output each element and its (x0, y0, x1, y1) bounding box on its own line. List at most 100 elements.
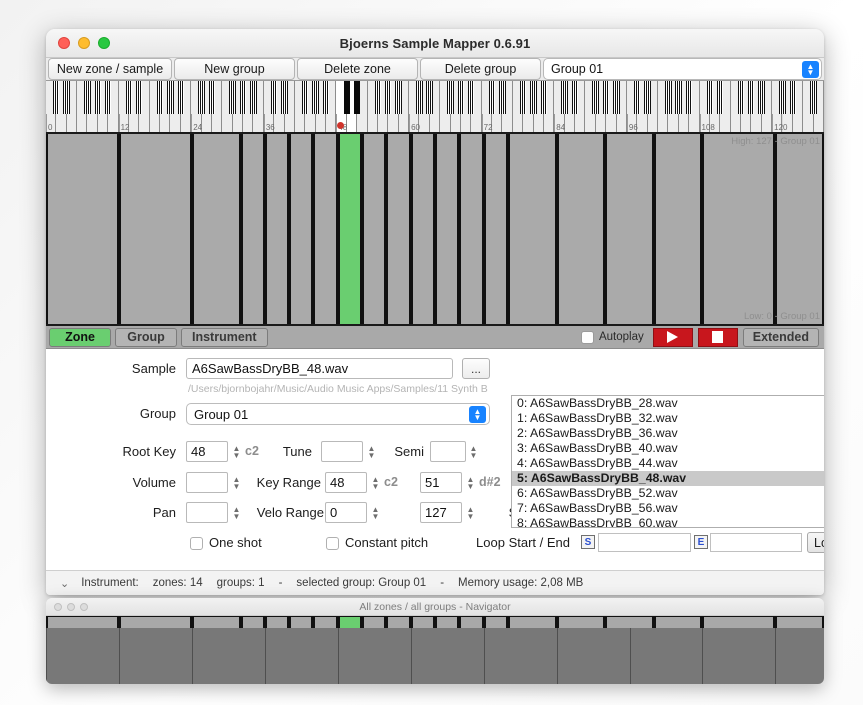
sample-list-item[interactable]: 7: A6SawBassDryBB_56.wav (512, 501, 824, 516)
sample-list-item[interactable]: 0: A6SawBassDryBB_28.wav (512, 396, 824, 411)
tab-group[interactable]: Group (115, 327, 177, 347)
chevron-updown-icon[interactable]: ▲ ▼ (469, 406, 486, 423)
one-shot-checkbox[interactable] (190, 537, 203, 550)
load-button[interactable]: Load (807, 532, 824, 553)
piano-black-key[interactable] (208, 81, 216, 114)
navigator-zone[interactable] (702, 617, 776, 628)
zone-rect[interactable] (410, 134, 435, 324)
piano-black-key[interactable] (602, 81, 610, 114)
chevron-updown-icon[interactable]: ▲ ▼ (802, 61, 819, 78)
zone-rect[interactable] (507, 134, 557, 324)
piano-black-key[interactable] (810, 81, 817, 114)
navigator-zone[interactable] (46, 617, 119, 628)
piano-black-key[interactable] (104, 81, 112, 114)
piano-black-key[interactable] (447, 81, 454, 114)
piano-black-key[interactable] (198, 81, 205, 114)
root-key-stepper[interactable]: ▲ ▼ (230, 441, 243, 462)
piano-black-key[interactable] (665, 81, 672, 114)
zone-rect[interactable] (386, 134, 411, 324)
piano-black-key[interactable] (488, 81, 496, 114)
piano-black-key[interactable] (561, 81, 568, 114)
piano-black-key[interactable] (644, 81, 651, 114)
piano-black-key[interactable] (467, 81, 475, 114)
navigator-zone[interactable] (118, 617, 192, 628)
navigator-zone[interactable] (775, 617, 824, 628)
autoplay-checkbox[interactable] (580, 330, 594, 344)
zone-rect[interactable] (483, 134, 508, 324)
piano-black-key[interactable] (748, 81, 755, 114)
navigator-zone[interactable] (435, 617, 460, 628)
zone-rect[interactable] (191, 134, 241, 324)
tab-zone[interactable]: Zone (49, 327, 111, 347)
zone-rect[interactable] (46, 134, 119, 324)
piano-black-key[interactable] (302, 81, 309, 114)
navigator-zone[interactable] (362, 617, 387, 628)
piano-black-key[interactable] (125, 81, 133, 114)
piano-black-key[interactable] (395, 81, 402, 114)
sample-list-items[interactable]: 0: A6SawBassDryBB_28.wav 1: A6SawBassDryB… (512, 396, 824, 527)
piano-black-key[interactable] (322, 81, 330, 114)
piano-black-key[interactable] (281, 81, 288, 114)
tune-input[interactable] (321, 441, 363, 462)
key-range-low-stepper[interactable]: ▲ ▼ (369, 472, 382, 493)
root-key-input[interactable]: 48 (186, 441, 228, 462)
zone-mapping-grid[interactable]: 112966432 High: 127 - Group 01 Low: 0 - … (46, 132, 824, 326)
key-range-high-stepper[interactable]: ▲ ▼ (464, 472, 477, 493)
piano-black-key[interactable] (613, 81, 620, 114)
sample-browse-button[interactable]: ... (462, 358, 490, 379)
piano-black-key[interactable] (737, 81, 745, 114)
key-range-low-input[interactable]: 48 (325, 472, 367, 493)
loop-end-marker-button[interactable]: E (694, 535, 708, 549)
navigator-zone-selected[interactable] (337, 617, 363, 628)
navigator-zone[interactable] (313, 617, 338, 628)
sample-list-item[interactable]: 2: A6SawBassDryBB_36.wav (512, 426, 824, 441)
navigator-zone[interactable] (240, 617, 265, 628)
sample-list-item[interactable]: 3: A6SawBassDryBB_40.wav (512, 441, 824, 456)
delete-group-button[interactable]: Delete group (420, 58, 541, 80)
piano-black-key[interactable] (156, 81, 164, 114)
key-range-high-input[interactable]: 51 (420, 472, 462, 493)
piano-black-key[interactable] (592, 81, 599, 114)
piano-black-key[interactable] (519, 81, 527, 114)
piano-black-key[interactable] (706, 81, 713, 114)
piano-black-key[interactable] (385, 81, 392, 114)
sample-list-item[interactable]: 1: A6SawBassDryBB_32.wav (512, 411, 824, 426)
sample-list-item[interactable]: 6: A6SawBassDryBB_52.wav (512, 486, 824, 501)
piano-black-key[interactable] (136, 81, 143, 114)
loop-start-input[interactable] (598, 533, 691, 552)
velo-range-low-stepper[interactable]: ▲ ▼ (369, 502, 382, 523)
navigator-body[interactable] (46, 616, 824, 684)
sample-input[interactable]: A6SawBassDryBB_48.wav (186, 358, 453, 379)
piano-black-key[interactable] (353, 81, 361, 114)
navigator-zone[interactable] (483, 617, 508, 628)
extended-button[interactable]: Extended (742, 327, 819, 347)
piano-keyboard[interactable]: 01224364860728496108120 (46, 80, 824, 132)
zone-rect-selected[interactable] (337, 134, 363, 324)
piano-black-key[interactable] (716, 81, 724, 114)
piano-black-key[interactable] (685, 81, 693, 114)
piano-black-key[interactable] (530, 81, 537, 114)
zone-rect[interactable] (264, 134, 290, 324)
navigator-zone[interactable] (386, 617, 411, 628)
semi-stepper[interactable]: ▲ ▼ (467, 441, 480, 462)
volume-input[interactable] (186, 472, 228, 493)
sample-list[interactable]: 0: A6SawBassDryBB_28.wav 1: A6SawBassDryB… (511, 395, 824, 528)
zone-rect[interactable] (605, 134, 654, 324)
piano-black-key[interactable] (571, 81, 579, 114)
tune-stepper[interactable]: ▲ ▼ (365, 441, 378, 462)
zone-rect[interactable] (775, 134, 824, 324)
piano-black-key[interactable] (229, 81, 236, 114)
piano-black-key[interactable] (94, 81, 101, 114)
constant-pitch-checkbox[interactable] (326, 537, 339, 550)
piano-black-key[interactable] (167, 81, 174, 114)
zone-rect[interactable] (289, 134, 314, 324)
play-button[interactable] (652, 327, 693, 347)
piano-black-key[interactable] (633, 81, 641, 114)
group-dropdown[interactable]: Group 01 ▲ ▼ (543, 58, 822, 80)
group-combo[interactable]: Group 01 ▲ ▼ (186, 403, 490, 425)
piano-keys[interactable]: 01224364860728496108120 (46, 81, 824, 132)
piano-black-key[interactable] (457, 81, 465, 114)
piano-black-key[interactable] (675, 81, 682, 114)
piano-black-key[interactable] (84, 81, 91, 114)
piano-black-key[interactable] (374, 81, 382, 114)
